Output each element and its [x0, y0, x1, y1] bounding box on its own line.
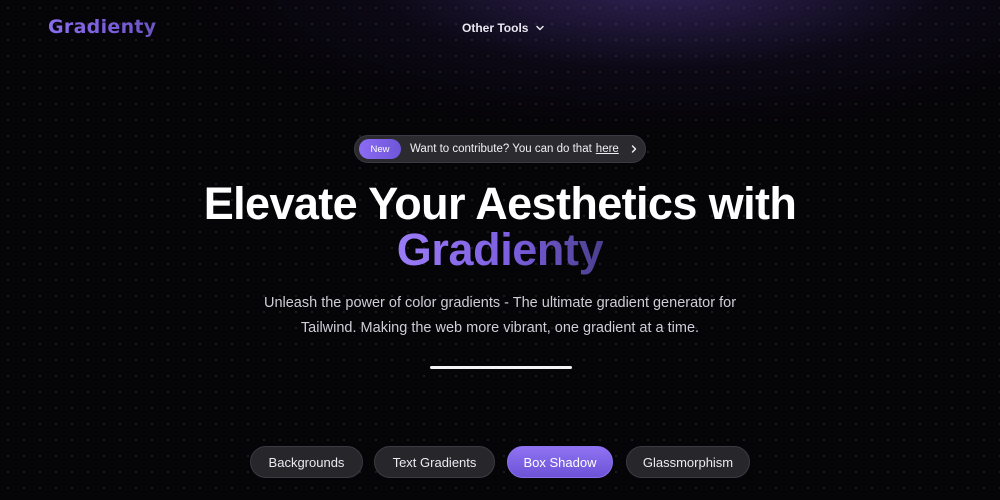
other-tools-label: Other Tools	[462, 21, 529, 35]
logo[interactable]: Gradienty	[48, 16, 156, 38]
tab-glassmorphism[interactable]: Glassmorphism	[626, 446, 750, 478]
category-tabs: Backgrounds Text Gradients Box Shadow Gl…	[0, 446, 1000, 478]
subtitle-line-1: Unleash the power of color gradients - T…	[263, 295, 737, 311]
chevron-right-icon	[631, 145, 637, 153]
hero-divider	[430, 366, 572, 369]
tab-box-shadow[interactable]: Box Shadow	[507, 446, 613, 478]
announcement-text: Want to contribute? You can do that	[410, 143, 592, 155]
hero-subtitle: Unleash the power of color gradients - T…	[0, 291, 1000, 341]
hero-title-highlight: Gradienty	[0, 224, 1000, 276]
chevron-down-icon	[536, 25, 545, 31]
other-tools-menu[interactable]: Other Tools	[462, 21, 546, 35]
new-badge: New	[359, 139, 401, 159]
brand-gradient-text: Gradienty	[396, 224, 604, 275]
tab-text-gradients[interactable]: Text Gradients	[374, 446, 495, 478]
subtitle-line-2: Tailwind. Making the web more vibrant, o…	[300, 320, 700, 336]
announcement-pill[interactable]: New Want to contribute? You can do that …	[354, 135, 646, 163]
hero-title: Elevate Your Aesthetics with	[203, 178, 797, 229]
tab-backgrounds[interactable]: Backgrounds	[250, 446, 363, 478]
contribute-link[interactable]: here	[596, 143, 619, 155]
